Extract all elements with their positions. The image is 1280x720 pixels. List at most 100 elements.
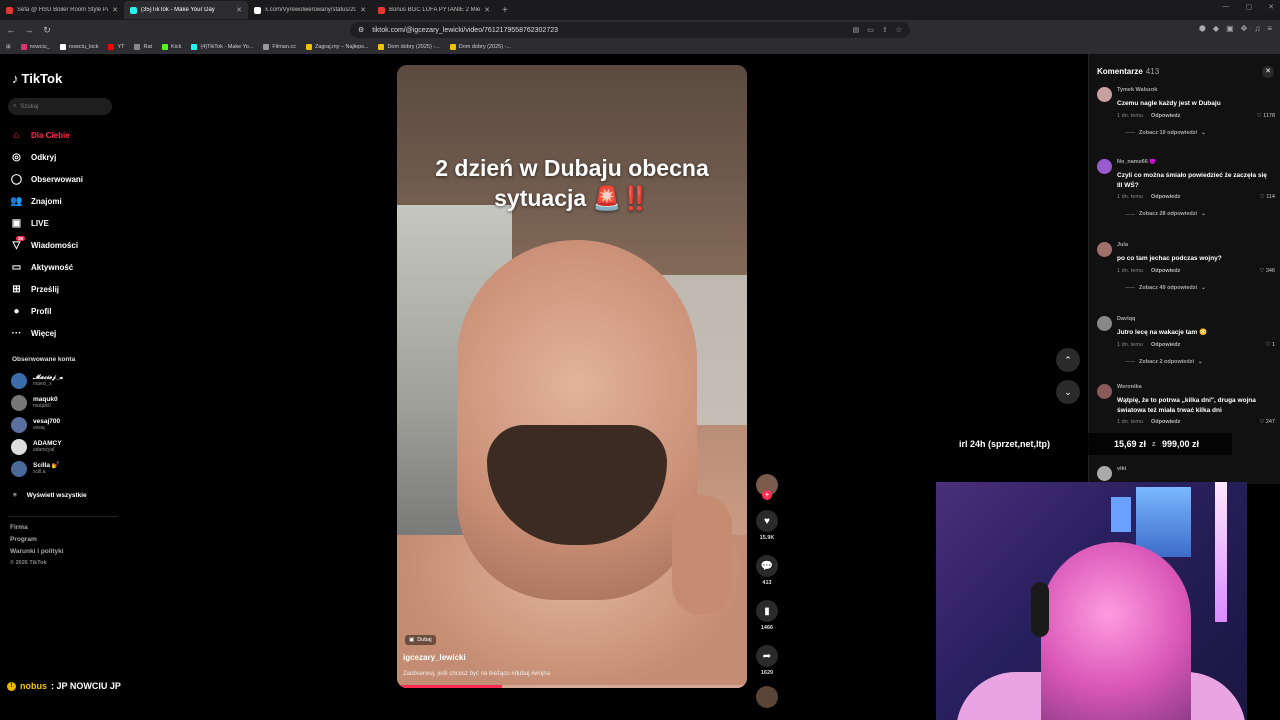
video-player[interactable]: 2 dzień w Dubaju obecna sytuacja 🚨‼️ ▣ D… <box>397 65 747 688</box>
view-replies-button[interactable]: Zobacz 19 odpowiedzi ⌄ <box>1125 130 1206 136</box>
followed-account[interactable]: ADAMCY adamcyal <box>11 438 63 456</box>
comment-button[interactable]: 💬 <box>756 555 778 577</box>
comment-like[interactable]: ♡ 1178 <box>1257 113 1275 119</box>
save-button[interactable]: ▮ <box>756 600 778 622</box>
back-icon[interactable]: ← <box>4 25 18 35</box>
comment-username[interactable]: Daviqq <box>1117 316 1135 322</box>
like-button[interactable]: ♥ <box>756 510 778 532</box>
show-all-button[interactable]: ≡ Wyświetl wszystkie <box>13 492 87 499</box>
share-button[interactable]: ➦ <box>756 645 778 667</box>
reload-icon[interactable]: ↻ <box>40 25 54 36</box>
sidebar-item[interactable]: 👥 Znajomi <box>10 190 83 212</box>
cast-icon[interactable]: ▭ <box>867 26 874 34</box>
menu-icon[interactable]: ≡ <box>1267 24 1272 33</box>
comment-username[interactable]: viki <box>1117 466 1126 472</box>
reply-button[interactable]: Odpowiedz <box>1151 419 1180 425</box>
bookmark-item[interactable]: Rat <box>134 44 152 50</box>
search-input[interactable]: ⌕ Szukaj <box>8 98 112 115</box>
bookmark-item[interactable]: Kick <box>162 44 181 50</box>
extension-icon[interactable]: ▣ <box>1226 24 1234 33</box>
location-tag[interactable]: ▣ Dubaj <box>405 635 436 645</box>
comment-like[interactable]: ♡ 247 <box>1259 419 1275 425</box>
sidebar-item[interactable]: ◎ Odkryj <box>10 146 83 168</box>
bookmark-item[interactable]: YT <box>108 44 124 50</box>
comment-username[interactable]: Weronika <box>1117 384 1142 390</box>
avatar[interactable] <box>1097 242 1112 257</box>
list-icon: ≡ <box>13 492 17 499</box>
bookmark-item[interactable]: Dom dobry (2025) -... <box>378 44 440 50</box>
sidebar-item[interactable]: ● Profil <box>10 300 83 322</box>
followed-account[interactable]: 𝓜𝓪𝓬𝓲𝓮𝓳_𝔁 maeci_x <box>11 372 63 390</box>
new-tab-icon[interactable]: + <box>496 5 514 16</box>
view-replies-button[interactable]: Zobacz 28 odpowiedzi ⌄ <box>1125 211 1206 217</box>
followed-account[interactable]: Scilla 💅 scill.a <box>11 460 63 478</box>
extension-icon[interactable]: ◆ <box>1213 24 1219 33</box>
previous-video-button[interactable]: ⌃ <box>1056 348 1080 372</box>
browser-tab[interactable]: Bonus BGC LUFA PYTANIE 2 Mielno ✕ <box>372 1 496 19</box>
avatar[interactable] <box>1097 384 1112 399</box>
author-avatar[interactable]: + <box>756 474 778 500</box>
bookmark-item[interactable]: nowciu_ <box>20 44 50 50</box>
avatar[interactable] <box>1097 316 1112 331</box>
view-replies-button[interactable]: Zobacz 2 odpowiedzi ⌄ <box>1125 359 1203 365</box>
comment-username[interactable]: Jula <box>1117 242 1128 248</box>
sidebar-item[interactable]: ▭ Aktywność <box>10 256 83 278</box>
video-author[interactable]: igcezary_lewicki <box>403 653 466 662</box>
comment-like[interactable]: ♡ 114 <box>1260 194 1275 200</box>
sidebar-item[interactable]: ··· Więcej <box>10 322 83 344</box>
maximize-icon[interactable]: ▢ <box>1246 3 1253 11</box>
close-window-icon[interactable]: ✕ <box>1268 3 1274 11</box>
bookmark-item[interactable]: Zagraj.my – Najleps... <box>305 44 368 50</box>
avatar[interactable] <box>1097 466 1112 481</box>
tab-close-icon[interactable]: ✕ <box>112 6 118 14</box>
music-disc[interactable] <box>756 686 778 708</box>
bookmark-item[interactable]: Dom dobry (2025) -... <box>449 44 511 50</box>
footer-link[interactable]: Program <box>10 536 64 543</box>
avatar[interactable] <box>1097 159 1112 174</box>
browser-tab[interactable]: (35)TikTok - Make Your Day ✕ <box>124 1 248 19</box>
reader-mode-icon[interactable]: ▤ <box>853 26 860 34</box>
tab-close-icon[interactable]: ✕ <box>236 6 242 14</box>
reply-button[interactable]: Odpowiedz <box>1151 342 1180 348</box>
tab-close-icon[interactable]: ✕ <box>360 6 366 14</box>
share-icon[interactable]: ⇪ <box>882 26 888 34</box>
bookmark-item[interactable]: nowciu_kick <box>59 44 98 50</box>
extension-icon[interactable]: ⬢ <box>1199 24 1206 33</box>
reply-button[interactable]: Odpowiedz <box>1151 268 1180 274</box>
puzzle-icon[interactable]: ✥ <box>1241 24 1248 33</box>
comment-username[interactable]: Tymek Walszok <box>1117 87 1157 93</box>
bookmark-item[interactable]: Filman.cc <box>263 44 296 50</box>
site-info-icon[interactable]: ⚙ <box>358 26 364 34</box>
comment-username[interactable]: No_name66 😈 <box>1117 159 1156 165</box>
close-comments-button[interactable]: ✕ <box>1262 66 1274 78</box>
comment-like[interactable]: ♡ 1 <box>1265 342 1275 348</box>
footer-link[interactable]: Warunki i polityki <box>10 548 64 555</box>
view-replies-button[interactable]: Zobacz 49 odpowiedzi ⌄ <box>1125 285 1206 291</box>
browser-tab[interactable]: x.com/Vyrewolwerowany/status/2023 ✕ <box>248 1 372 19</box>
music-icon[interactable]: ♫ <box>1254 24 1260 33</box>
footer-link[interactable]: Firma <box>10 524 64 531</box>
forward-icon[interactable]: → <box>22 25 36 35</box>
bookmark-item[interactable]: (4)TikTok - Make Yo... <box>191 44 253 50</box>
followed-account[interactable]: vesaj700 vesaj <box>11 416 63 434</box>
sidebar-item[interactable]: ▣ LIVE <box>10 212 83 234</box>
minimize-icon[interactable]: — <box>1223 3 1230 11</box>
apps-icon[interactable]: ⊞ <box>6 44 11 50</box>
bookmark-star-icon[interactable]: ☆ <box>896 26 902 34</box>
followed-account[interactable]: maquk0 maquk0 <box>11 394 63 412</box>
avatar[interactable] <box>1097 87 1112 102</box>
address-bar[interactable]: ⚙ tiktok.com/@igcezary_lewicki/video/761… <box>350 22 910 38</box>
sidebar-item[interactable]: ◯ Obserwowani <box>10 168 83 190</box>
tiktok-logo[interactable]: ♪ TikTok <box>12 71 62 86</box>
sidebar-item[interactable]: ⊞ Prześlij <box>10 278 83 300</box>
next-video-button[interactable]: ⌄ <box>1056 380 1080 404</box>
sidebar-item[interactable]: ▽ Wiadomości 35 <box>10 234 83 256</box>
comment-like[interactable]: ♡ 346 <box>1259 268 1275 274</box>
reply-button[interactable]: Odpowiedz <box>1151 113 1180 119</box>
browser-tab[interactable]: Sefa @ HSU Boiler Room Style Party ✕ <box>0 1 124 19</box>
video-progress-bar[interactable] <box>397 685 747 688</box>
reply-button[interactable]: Odpowiedz <box>1151 194 1180 200</box>
follow-plus-icon[interactable]: + <box>762 490 772 500</box>
tab-close-icon[interactable]: ✕ <box>484 6 490 14</box>
sidebar-item[interactable]: ⌂ Dla Ciebie <box>10 124 83 146</box>
